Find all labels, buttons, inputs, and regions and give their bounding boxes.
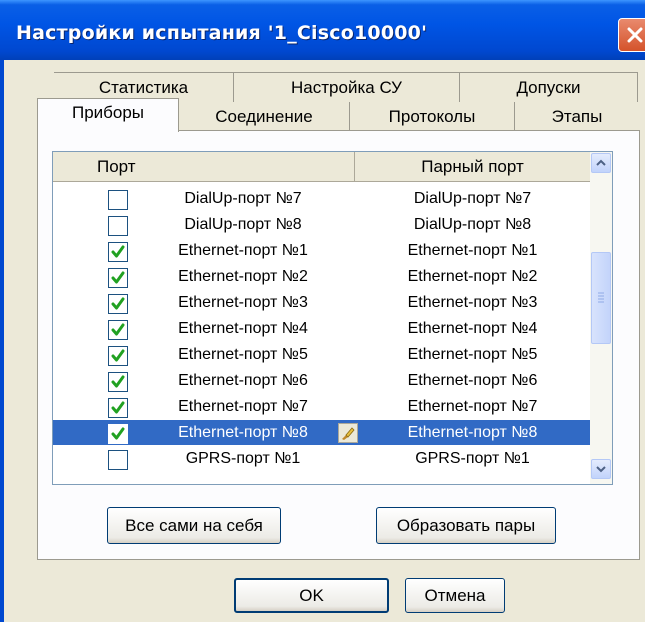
cell-pair-port: Ethernet-порт №5	[407, 346, 538, 363]
cell-pair-port: DialUp-порт №7	[413, 190, 532, 207]
tab-devices[interactable]: Приборы	[37, 98, 179, 132]
check-icon	[111, 401, 125, 414]
check-icon	[111, 323, 125, 336]
cell-pair-port: Ethernet-порт №6	[407, 372, 538, 389]
table-row[interactable]: DialUp-порт №8 DialUp-порт №8	[53, 212, 590, 237]
column-header-port[interactable]: Порт	[53, 152, 355, 182]
row-checkbox[interactable]	[108, 424, 128, 444]
table-row[interactable]: Ethernet-порт №3 Ethernet-порт №3	[53, 290, 590, 315]
window-title: Настройки испытания '1_Cisco10000'	[16, 22, 428, 44]
grip-icon	[598, 292, 604, 303]
table-row[interactable]: GPRS-порт №1 GPRS-порт №1	[53, 446, 590, 471]
check-icon	[111, 297, 125, 310]
cell-port: DialUp-порт №7	[184, 190, 302, 207]
cell-port: Ethernet-порт №7	[178, 398, 308, 415]
row-checkbox[interactable]	[108, 190, 128, 210]
all-self-button[interactable]: Все сами на себя	[107, 507, 281, 544]
cell-pair-port: Ethernet-порт №4	[407, 320, 538, 337]
row-checkbox[interactable]	[108, 294, 128, 314]
scrollbar-thumb[interactable]	[591, 252, 611, 344]
table-row[interactable]: Ethernet-порт №5 Ethernet-порт №5	[53, 342, 590, 367]
table-row[interactable]: Ethernet-порт №2 Ethernet-порт №2	[53, 264, 590, 289]
cell-pair-port: DialUp-порт №8	[413, 216, 532, 233]
check-icon	[111, 349, 125, 362]
cell-port: Ethernet-порт №2	[178, 268, 308, 285]
cell-port: GPRS-порт №1	[185, 450, 301, 467]
row-checkbox[interactable]	[108, 242, 128, 262]
cell-port: Ethernet-порт №6	[178, 372, 308, 389]
cell-pair-port: Ethernet-порт №8	[407, 424, 538, 441]
row-checkbox[interactable]	[108, 398, 128, 418]
table-row[interactable]: Ethernet-порт №1 Ethernet-порт №1	[53, 238, 590, 263]
title-bar[interactable]: Настройки испытания '1_Cisco10000'	[0, 0, 645, 60]
column-header-pair-port[interactable]: Парный порт	[355, 152, 590, 182]
table-row[interactable]: Ethernet-порт №8 Ethernet-порт №8	[53, 420, 590, 445]
row-checkbox[interactable]	[108, 372, 128, 392]
cell-pair-port: Ethernet-порт №7	[407, 398, 538, 415]
table-row[interactable]: Ethernet-порт №6 Ethernet-порт №6	[53, 368, 590, 393]
cell-port: Ethernet-порт №4	[178, 320, 308, 337]
grid-header: Порт Парный порт	[53, 152, 590, 182]
ok-button[interactable]: OK	[234, 578, 389, 613]
check-icon	[111, 271, 125, 284]
dialog-window: Настройки испытания '1_Cisco10000' Стати…	[0, 0, 645, 622]
tab-control-settings[interactable]: Настройка СУ	[234, 72, 460, 102]
scroll-up-button[interactable]	[591, 153, 611, 173]
tab-connection[interactable]: Соединение	[179, 102, 350, 132]
table-row[interactable]: Ethernet-порт №7 Ethernet-порт №7	[53, 394, 590, 419]
chevron-up-icon	[596, 159, 606, 166]
vertical-scrollbar[interactable]	[590, 152, 612, 484]
cell-pair-port: Ethernet-порт №3	[407, 294, 538, 311]
make-pairs-button[interactable]: Образовать пары	[376, 507, 556, 544]
cell-pair-port: GPRS-порт №1	[415, 450, 530, 467]
cell-pair-port: Ethernet-порт №1	[407, 242, 538, 259]
cell-pair-port: Ethernet-порт №2	[407, 268, 538, 285]
close-icon	[627, 27, 643, 43]
tab-tolerances[interactable]: Допуски	[460, 72, 638, 102]
cell-port: Ethernet-порт №5	[178, 346, 308, 363]
cell-port: DialUp-порт №8	[184, 216, 302, 233]
table-row[interactable]: Ethernet-порт №4 Ethernet-порт №4	[53, 316, 590, 341]
cell-port: Ethernet-порт №3	[178, 294, 308, 311]
window-border-left	[0, 60, 4, 622]
row-checkbox[interactable]	[108, 320, 128, 340]
check-icon	[111, 375, 125, 388]
cancel-button[interactable]: Отмена	[405, 578, 505, 613]
tab-protocols[interactable]: Протоколы	[350, 102, 515, 132]
close-button[interactable]	[618, 18, 645, 52]
ports-grid[interactable]: Порт Парный порт DialUp-порт №7 DialUp-по…	[52, 151, 613, 485]
check-icon	[111, 245, 125, 258]
table-row[interactable]: DialUp-порт №7 DialUp-порт №7	[53, 186, 590, 211]
row-checkbox[interactable]	[108, 216, 128, 236]
cell-port: Ethernet-порт №1	[178, 242, 308, 259]
row-checkbox[interactable]	[108, 346, 128, 366]
tab-stages[interactable]: Этапы	[515, 102, 639, 132]
scroll-down-button[interactable]	[591, 459, 611, 479]
row-checkbox[interactable]	[108, 450, 128, 470]
row-checkbox[interactable]	[108, 268, 128, 288]
check-icon	[111, 427, 125, 440]
cell-port: Ethernet-порт №8	[178, 424, 308, 441]
chevron-down-icon	[596, 466, 606, 473]
